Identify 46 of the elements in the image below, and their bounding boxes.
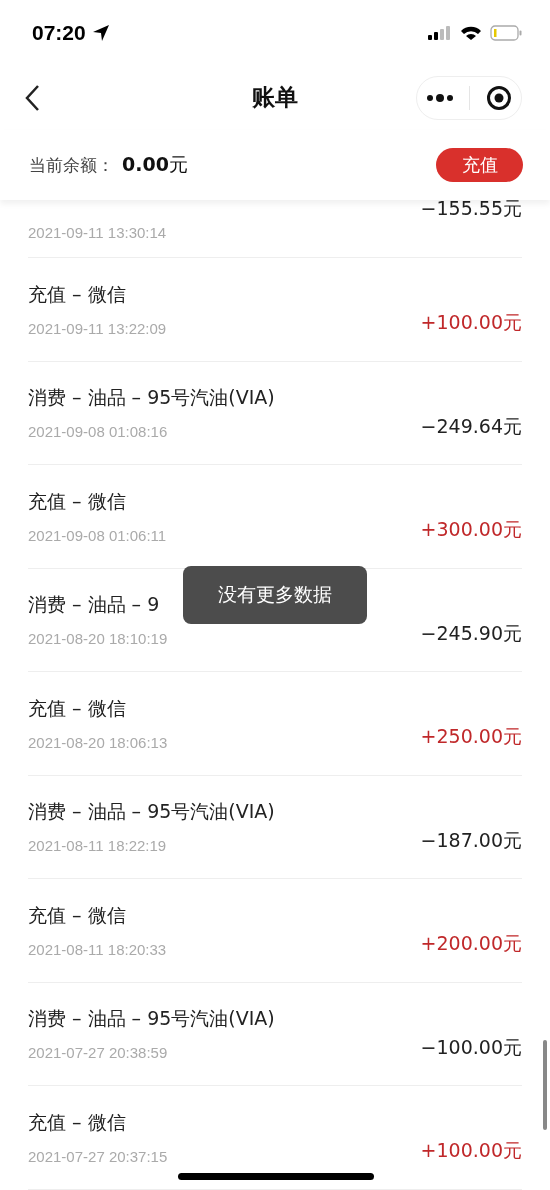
transaction-date: 2021-08-20 18:10:19: [28, 630, 168, 648]
transaction-amount: −245.90元: [420, 620, 522, 646]
transaction-date: 2021-09-08 01:06:11: [28, 526, 167, 544]
transaction-date: 2021-09-11 13:30:14: [28, 224, 167, 241]
transaction-amount: +300.00元: [420, 517, 522, 543]
page-title: 账单: [252, 83, 298, 112]
transaction-amount: +100.00元: [420, 1138, 522, 1164]
battery-icon: [490, 24, 522, 41]
transaction-amount: +250.00元: [420, 724, 522, 750]
status-time: 07:20: [32, 20, 86, 45]
transaction-row[interactable]: 充值 – 微信 2021-08-20 18:06:13 +250.00元: [28, 672, 522, 776]
transaction-amount: +200.00元: [420, 931, 522, 957]
transaction-row[interactable]: 2021-09-11 13:30:14 −155.55元: [28, 200, 522, 258]
transaction-row[interactable]: 消费 – 油品 – 95号汽油(VIA) 2021-08-11 18:22:19 −187.00元: [28, 775, 522, 879]
toast-message: 没有更多数据: [183, 566, 367, 624]
transaction-amount: +100.00元: [420, 310, 522, 336]
transaction-title: 消费 – 油品 – 95号汽油(VIA): [28, 1006, 275, 1032]
location-arrow-icon: [91, 23, 110, 42]
wifi-icon: [460, 24, 482, 41]
transaction-date: 2021-07-27 20:38:59: [28, 1044, 169, 1062]
transaction-title: 充值 – 微信: [28, 281, 127, 307]
transaction-row[interactable]: 充值 – 微信 2021-09-11 13:22:09 +100.00元: [28, 258, 522, 362]
transaction-title: 充值 – 微信: [28, 902, 127, 928]
transaction-title: 消费 – 油品 – 95号汽油(VIA): [28, 385, 275, 411]
transaction-date: 2021-09-08 01:08:16: [28, 423, 169, 441]
transaction-date: 2021-08-20 18:06:13: [28, 733, 168, 751]
transaction-amount: −155.55元: [420, 200, 522, 221]
transaction-row[interactable]: 消费 – 油品 – 95号汽油(VIA) 2021-09-08 01:08:16 −249.64元: [28, 361, 522, 465]
balance-amount: 0.00元: [122, 152, 188, 177]
transaction-title: 消费 – 油品 – 9: [28, 592, 161, 618]
transaction-title: 充值 – 微信: [28, 488, 127, 514]
transaction-amount: −249.64元: [420, 413, 522, 439]
transaction-row[interactable]: 充值 – 微信 2021-08-11 18:20:33 +200.00元: [28, 879, 522, 983]
transaction-date: 2021-09-11 13:22:09: [28, 319, 167, 337]
transaction-title: 充值 – 微信: [28, 1109, 127, 1135]
transaction-date: 2021-08-11 18:22:19: [28, 837, 168, 855]
transaction-date: 2021-07-27 20:37:15: [28, 1147, 168, 1165]
top-up-button[interactable]: 充值: [436, 148, 523, 182]
balance-label: 当前余额：: [29, 154, 114, 177]
transaction-amount: −187.00元: [420, 827, 522, 853]
transaction-title: 充值 – 微信: [28, 695, 127, 721]
transaction-date: 2021-08-11 18:20:33: [28, 940, 167, 958]
signal-icon: [428, 24, 452, 41]
transaction-amount: −100.00元: [420, 1034, 522, 1060]
transaction-title: 消费 – 油品 – 95号汽油(VIA): [28, 799, 275, 825]
transaction-row[interactable]: 消费 – 油品 – 95号汽油(VIA) 2021-07-27 20:38:59 −100.00元: [28, 982, 522, 1086]
